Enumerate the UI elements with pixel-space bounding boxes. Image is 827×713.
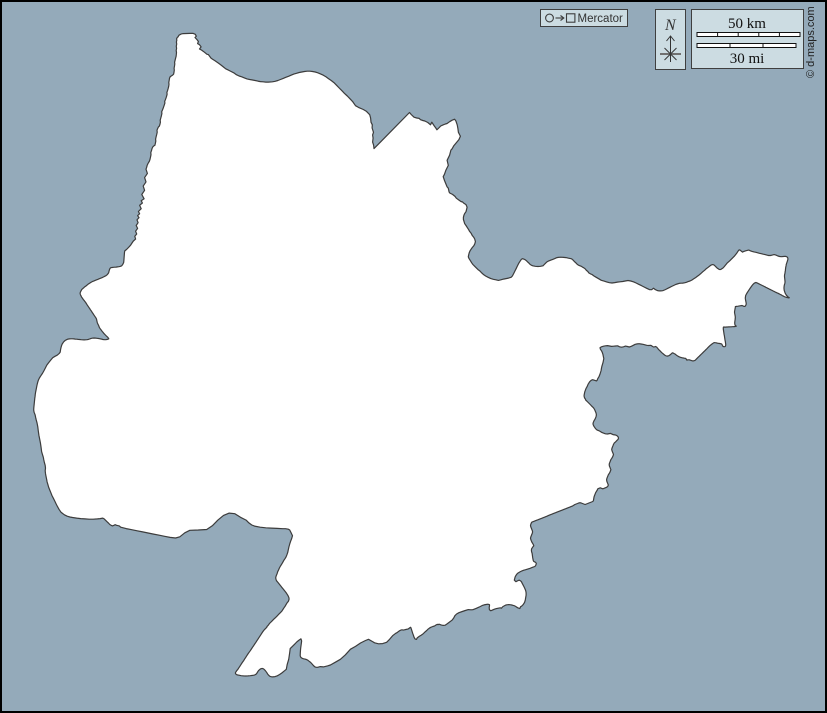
svg-text:50 km: 50 km <box>728 16 766 32</box>
svg-text:Mercator: Mercator <box>578 13 624 25</box>
svg-text:N: N <box>664 17 677 34</box>
svg-text:30 mi: 30 mi <box>730 51 765 67</box>
